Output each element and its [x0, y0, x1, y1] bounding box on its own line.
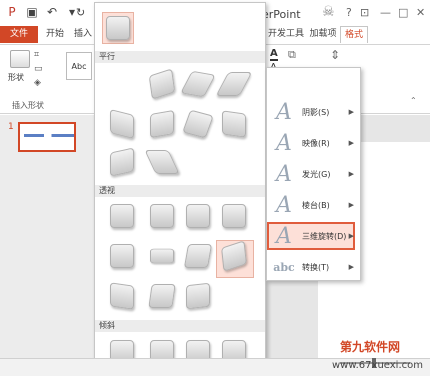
submenu-arrow-icon: ▶: [348, 263, 354, 271]
flat-shape-preview: [106, 16, 130, 40]
section-oblique: 倾斜: [95, 320, 265, 332]
rotation-preset[interactable]: [186, 204, 210, 228]
menu-item-label: 棱台(B): [302, 200, 330, 210]
rotation-preset[interactable]: [110, 204, 134, 228]
menu-item[interactable]: A 阴影(S) ▶: [268, 97, 358, 127]
minimize-icon[interactable]: —: [380, 6, 391, 19]
submenu-arrow-icon: ▶: [348, 108, 354, 116]
save-icon[interactable]: ▣: [24, 4, 40, 20]
rotation-preset[interactable]: [186, 282, 210, 310]
app-logo-icon: P: [8, 5, 16, 19]
insert-shapes-group-label: 插入形状: [12, 101, 44, 110]
menu-item-label: 发光(G): [302, 169, 331, 179]
section-perspective: 透视: [95, 185, 265, 197]
menu-item-label: 三维旋转(D): [302, 231, 347, 241]
no-rotation-option[interactable]: [102, 12, 134, 44]
ribbon-display-icon[interactable]: ⊡: [360, 6, 369, 19]
tab-home[interactable]: 开始: [42, 26, 68, 43]
menu-item-label: 映像(R): [302, 138, 330, 148]
tab-addins[interactable]: 加载项: [308, 26, 338, 43]
redo-icon[interactable]: ↻: [76, 6, 90, 20]
text-effect-glyph-icon: A: [276, 161, 292, 187]
section-parallel: 平行: [95, 51, 265, 63]
watermark-url: www.67xuexi.com: [332, 360, 423, 371]
submenu-arrow-icon: ▶: [348, 232, 354, 240]
close-icon[interactable]: ✕: [416, 6, 425, 19]
app-title: erPoint: [262, 8, 301, 21]
submenu-arrow-icon: ▶: [348, 139, 354, 147]
text-effect-glyph-icon: A: [276, 130, 292, 156]
shapes-label[interactable]: 形状: [8, 72, 24, 83]
menu-item[interactable]: abc 转换(T) ▶: [268, 252, 358, 282]
tab-developer[interactable]: 开发工具: [266, 26, 306, 43]
tab-insert[interactable]: 插入: [70, 26, 96, 43]
text-effect-glyph-icon: A: [276, 99, 292, 125]
menu-item[interactable]: A 棱台(B) ▶: [268, 190, 358, 220]
rotation-preset[interactable]: [150, 109, 174, 139]
rotation-preset[interactable]: [222, 204, 246, 228]
collapse-ribbon-icon[interactable]: ⌃: [410, 96, 417, 105]
tab-file[interactable]: 文件: [0, 26, 38, 43]
rotation-preset[interactable]: [183, 244, 213, 268]
size-icon[interactable]: ⇕: [330, 48, 344, 64]
submenu-arrow-icon: ▶: [348, 170, 354, 178]
selection-pane-icon[interactable]: ⧉: [288, 48, 302, 62]
shape-style-sample[interactable]: Abc: [66, 52, 92, 80]
menu-item[interactable]: A 映像(R) ▶: [268, 128, 358, 158]
slide-thumbnail[interactable]: [18, 122, 76, 152]
merge-shapes-icon[interactable]: ◈: [34, 78, 41, 88]
rotation-preset[interactable]: [110, 282, 134, 310]
rotation-preset[interactable]: [222, 110, 246, 138]
rotation-preset[interactable]: [148, 284, 176, 308]
help-icon[interactable]: ?: [346, 6, 352, 19]
undo-icon[interactable]: ↶: [44, 4, 60, 20]
slides-pane: [0, 115, 94, 376]
menu-item-label: 阴影(S): [302, 107, 330, 117]
text-effect-glyph-icon: A: [276, 192, 292, 218]
slide-thumbnail-content: [24, 134, 74, 137]
text-effect-glyph-icon: A: [276, 223, 292, 249]
edit-shape-icon[interactable]: ⌗: [34, 50, 39, 60]
menu-item-label: 转换(T): [302, 262, 330, 272]
text-fill-icon[interactable]: A: [270, 48, 278, 61]
menu-item[interactable]: A 发光(G) ▶: [268, 159, 358, 189]
rotation-preset[interactable]: [110, 244, 134, 268]
watermark-brand: 第九软件网: [340, 340, 401, 354]
submenu-arrow-icon: ▶: [348, 201, 354, 209]
shapes-icon[interactable]: [10, 50, 30, 68]
rotation-preset[interactable]: [150, 248, 174, 264]
tab-format[interactable]: 格式: [340, 26, 368, 43]
skull-icon: ☠: [322, 4, 335, 20]
textbox-icon[interactable]: ▭: [34, 64, 43, 74]
rotation-preset[interactable]: [150, 204, 174, 228]
maximize-icon[interactable]: □: [398, 6, 408, 19]
rotation-preset[interactable]: [110, 147, 134, 177]
menu-item[interactable]: A 三维旋转(D) ▶: [268, 221, 358, 251]
text-effect-glyph-icon: abc: [273, 260, 295, 274]
slide-number: 1: [8, 122, 14, 132]
